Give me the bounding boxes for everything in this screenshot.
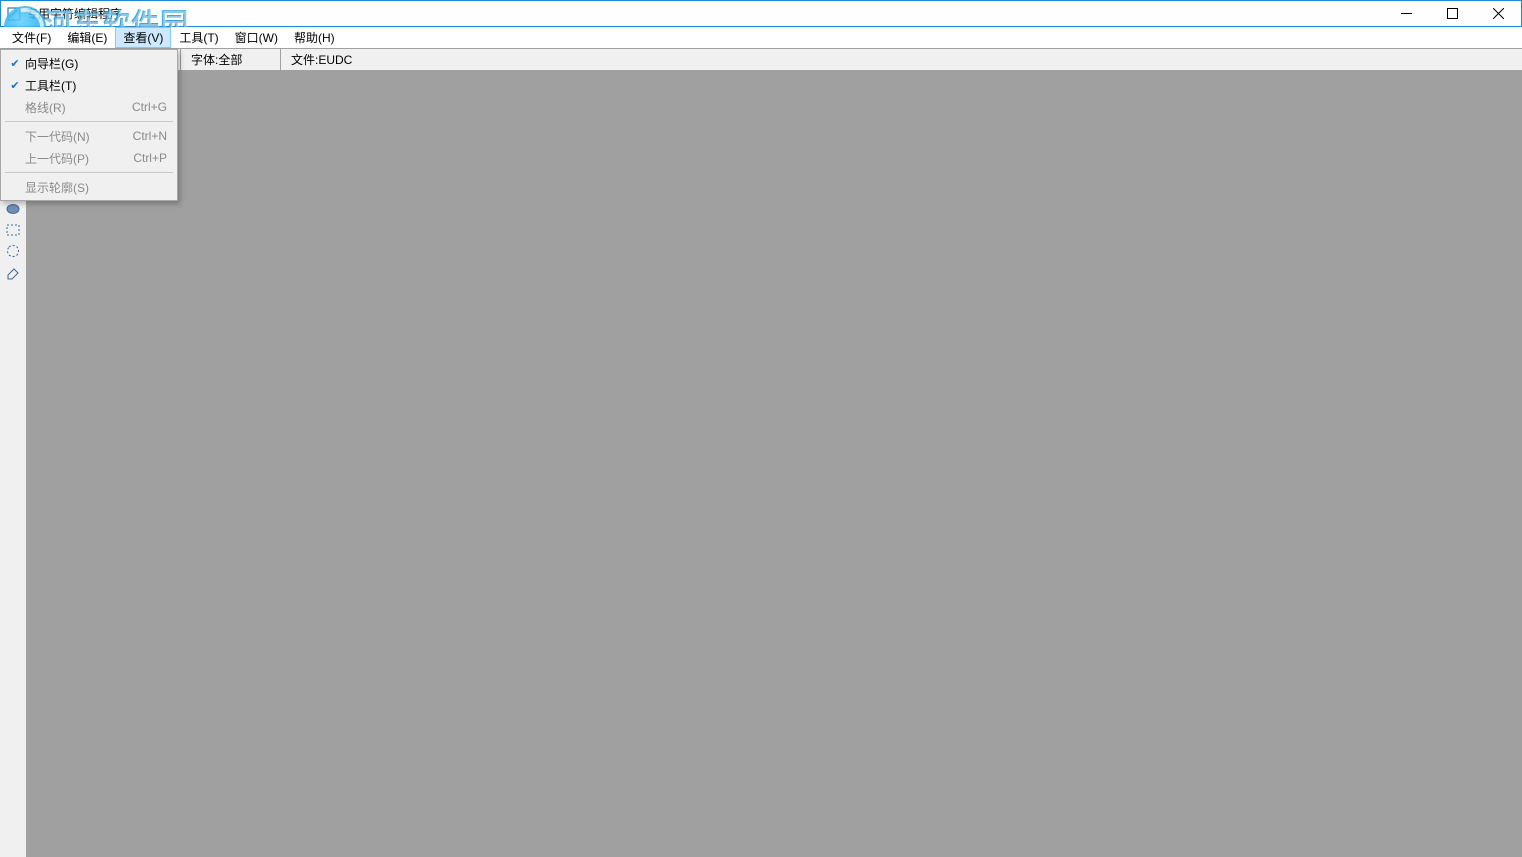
dd-item-guidebar[interactable]: ✔ 向导栏(G) <box>3 52 175 74</box>
check-icon: ✔ <box>7 79 23 92</box>
menu-window[interactable]: 窗口(W) <box>227 27 286 48</box>
guide-cell-font: 字体: 全部 <box>180 49 280 70</box>
ellipse-filled-icon[interactable] <box>2 199 24 219</box>
guide-cell-file: 文件: EUDC <box>280 49 1522 70</box>
app-icon <box>6 6 22 22</box>
dd-item-toolbar[interactable]: ✔ 工具栏(T) <box>3 74 175 96</box>
dd-label: 向导栏(G) <box>23 55 149 72</box>
maximize-button[interactable] <box>1429 1 1475 26</box>
window-controls <box>1383 1 1521 26</box>
dd-label: 格线(R) <box>23 99 114 116</box>
workspace <box>0 71 1522 857</box>
dd-shortcut: Ctrl+N <box>115 129 167 143</box>
menu-view[interactable]: 查看(V) <box>115 27 171 48</box>
select-free-icon[interactable] <box>2 241 24 261</box>
dd-label: 显示轮廓(S) <box>23 179 149 196</box>
file-value: EUDC <box>318 53 352 67</box>
menubar: 文件(F) 编辑(E) 查看(V) 工具(T) 窗口(W) 帮助(H) <box>0 27 1522 49</box>
minimize-button[interactable] <box>1383 1 1429 26</box>
dd-shortcut: Ctrl+P <box>115 151 167 165</box>
dd-item-prev-code[interactable]: 上一代码(P) Ctrl+P <box>3 147 175 169</box>
dd-item-grid[interactable]: 格线(R) Ctrl+G <box>3 96 175 118</box>
dd-label: 下一代码(N) <box>23 128 115 145</box>
titlebar: 专用字符编辑程序 <box>0 0 1522 27</box>
view-dropdown: ✔ 向导栏(G) ✔ 工具栏(T) 格线(R) Ctrl+G 下一代码(N) C… <box>0 49 178 201</box>
dd-item-next-code[interactable]: 下一代码(N) Ctrl+N <box>3 125 175 147</box>
menu-file[interactable]: 文件(F) <box>4 27 59 48</box>
window-title: 专用字符编辑程序 <box>26 5 122 22</box>
font-label: 字体: <box>191 51 218 68</box>
select-rect-icon[interactable] <box>2 220 24 240</box>
menu-edit[interactable]: 编辑(E) <box>59 27 115 48</box>
dd-shortcut: Ctrl+G <box>114 100 167 114</box>
check-icon: ✔ <box>7 57 23 70</box>
menu-tools[interactable]: 工具(T) <box>171 27 226 48</box>
dd-separator <box>5 172 173 173</box>
dd-separator <box>5 121 173 122</box>
canvas-area[interactable] <box>27 71 1522 857</box>
close-button[interactable] <box>1475 1 1521 26</box>
file-label: 文件: <box>291 51 318 68</box>
eraser-icon[interactable] <box>2 262 24 282</box>
dd-item-outline[interactable]: 显示轮廓(S) <box>3 176 175 198</box>
dd-label: 工具栏(T) <box>23 77 149 94</box>
dd-label: 上一代码(P) <box>23 150 115 167</box>
font-value: 全部 <box>218 51 242 68</box>
guide-bar: 字体: 全部 文件: EUDC <box>0 49 1522 71</box>
menu-help[interactable]: 帮助(H) <box>286 27 343 48</box>
